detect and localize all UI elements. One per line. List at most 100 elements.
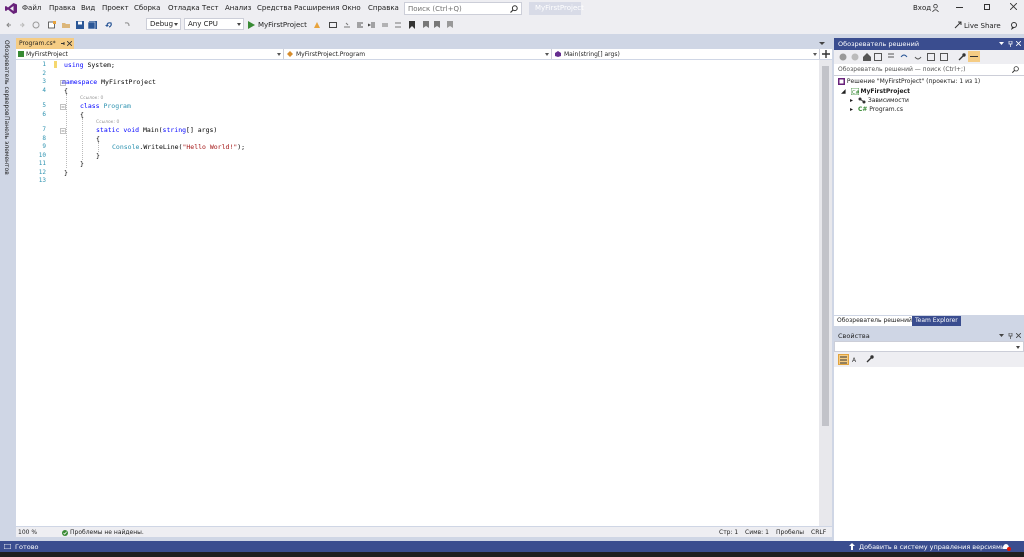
menu-analyze[interactable]: Анализ [225, 4, 251, 12]
whitespace-indicator[interactable]: Пробелы [776, 529, 804, 536]
home-icon[interactable] [863, 53, 871, 61]
indent-icon[interactable] [368, 21, 376, 29]
pin-icon[interactable] [1008, 333, 1013, 339]
bookmark-icon[interactable] [408, 21, 416, 29]
menu-file[interactable]: Файл [22, 4, 41, 12]
feedback-icon[interactable] [1010, 22, 1018, 30]
collapsed-arrow-icon[interactable]: ▸ [850, 97, 853, 104]
server-explorer-tab[interactable]: Обозреватель серверов [3, 40, 10, 116]
class-nav-select[interactable]: MyFirstProject.Program [284, 49, 552, 59]
run-icon[interactable] [248, 21, 255, 29]
properties-icon[interactable] [958, 53, 966, 61]
upload-icon[interactable] [849, 543, 855, 550]
properties-object-select[interactable] [834, 341, 1024, 352]
forward-icon[interactable] [18, 21, 26, 29]
references-codelens[interactable]: Ссылок: 0 [80, 96, 103, 101]
vs-logo-icon[interactable] [5, 3, 17, 14]
hot-reload-icon[interactable] [313, 21, 321, 29]
liveshare-button[interactable]: Live Share [964, 22, 1001, 30]
menu-project[interactable]: Проект [102, 4, 129, 12]
column-indicator[interactable]: Симв: 1 [745, 529, 769, 536]
close-tab-icon[interactable] [67, 41, 72, 46]
close-pane-icon[interactable] [1016, 333, 1021, 338]
member-nav-select[interactable]: Main(string[] args) [552, 49, 820, 59]
tab-team-explorer[interactable]: Team Explorer [912, 316, 961, 326]
account-icon[interactable] [932, 4, 939, 12]
bookmark-prev-icon[interactable] [421, 21, 429, 29]
toolbox-tab[interactable]: Панель элементов [3, 116, 10, 175]
new-project-icon[interactable] [48, 21, 56, 29]
pin-icon[interactable] [1008, 41, 1013, 47]
tab-dropdown-icon[interactable] [819, 41, 825, 46]
preview-selected-icon[interactable] [968, 51, 980, 62]
solution-node[interactable]: Решение "MyFirstProject" (проекты: 1 из … [838, 78, 980, 85]
line-indicator[interactable]: Стр: 1 [719, 529, 738, 536]
screenshot-icon[interactable] [329, 21, 337, 29]
pane-dropdown-icon[interactable] [999, 42, 1004, 46]
close-icon[interactable] [1010, 3, 1017, 10]
issues-text[interactable]: Проблемы не найдены. [70, 529, 144, 536]
notifications-icon[interactable] [1002, 543, 1011, 551]
sync-icon[interactable] [900, 53, 908, 61]
split-add-icon[interactable] [822, 50, 830, 58]
signin-link[interactable]: Вход [913, 4, 931, 12]
menu-window[interactable]: Окно [342, 4, 361, 12]
back-icon[interactable] [5, 21, 13, 29]
editor-scrollbar[interactable] [819, 60, 832, 526]
format-icon[interactable] [356, 21, 364, 29]
minimize-icon[interactable] [956, 7, 963, 8]
menu-view[interactable]: Вид [81, 4, 95, 12]
back-icon[interactable] [839, 53, 847, 61]
references-codelens[interactable]: Ссылок: 0 [96, 120, 119, 125]
pin-icon[interactable] [61, 41, 66, 46]
save-all-icon[interactable] [88, 21, 97, 29]
expanded-arrow-icon[interactable]: ◢ [841, 88, 846, 95]
menu-extensions[interactable]: Расширения [294, 4, 339, 12]
pane-dropdown-icon[interactable] [999, 334, 1004, 338]
tab-program-cs[interactable]: Program.cs* [16, 38, 74, 49]
config-select[interactable]: Debug [146, 18, 181, 30]
eol-indicator[interactable]: CRLF [811, 529, 826, 536]
menu-help[interactable]: Справка [368, 4, 399, 12]
comment-icon[interactable] [381, 21, 389, 29]
program-cs-node[interactable]: ▸ C# Program.cs [850, 106, 903, 113]
menu-test[interactable]: Тест [202, 4, 219, 12]
liveshare-icon[interactable] [954, 21, 962, 29]
menu-tools[interactable]: Средства [257, 4, 292, 12]
collapsed-arrow-icon[interactable]: ▸ [850, 106, 853, 113]
menu-edit[interactable]: Правка [49, 4, 76, 12]
uncomment-icon[interactable] [394, 21, 402, 29]
menu-build[interactable]: Сборка [134, 4, 160, 12]
code-editor[interactable]: 1 2 3 4 5 6 7 8 9 10 11 12 13 using Syst… [16, 60, 819, 526]
undo-icon[interactable] [105, 21, 113, 29]
switch-views-icon[interactable] [874, 53, 882, 61]
dependencies-node[interactable]: ▸ Зависимости [850, 97, 909, 104]
search-input[interactable]: Поиск (Ctrl+Q) [404, 2, 522, 15]
close-pane-icon[interactable] [1016, 41, 1021, 46]
property-pages-icon[interactable] [866, 355, 874, 363]
add-to-source-control[interactable]: Добавить в систему управления версиями [859, 543, 1005, 551]
pending-changes-icon[interactable] [887, 53, 895, 61]
platform-select[interactable]: Any CPU [184, 18, 244, 30]
show-all-files-icon[interactable] [940, 53, 948, 61]
home-icon[interactable] [32, 21, 40, 29]
run-target-button[interactable]: MyFirstProject [258, 21, 307, 29]
maximize-icon[interactable] [984, 4, 990, 10]
project-node[interactable]: ◢ C# MyFirstProject [841, 88, 910, 95]
project-nav-select[interactable]: MyFirstProject [16, 49, 284, 59]
bookmark-clear-icon[interactable] [447, 21, 455, 29]
alphabetical-icon[interactable]: A [852, 355, 860, 363]
scrollbar-thumb[interactable] [822, 66, 829, 426]
menu-debug[interactable]: Отладка [168, 4, 200, 12]
collapse-all-icon[interactable] [927, 53, 935, 61]
step-icon[interactable] [343, 21, 351, 29]
solution-search-input[interactable]: Обозреватель решений — поиск (Ctrl+;) [834, 64, 1024, 76]
bookmark-next-icon[interactable] [434, 21, 442, 29]
forward-icon[interactable] [851, 53, 859, 61]
save-icon[interactable] [76, 21, 84, 29]
zoom-level[interactable]: 100 % [18, 529, 37, 536]
redo-icon[interactable] [123, 21, 131, 29]
refresh-icon[interactable] [914, 53, 922, 61]
categorized-icon[interactable] [838, 354, 849, 365]
open-icon[interactable] [62, 21, 70, 29]
